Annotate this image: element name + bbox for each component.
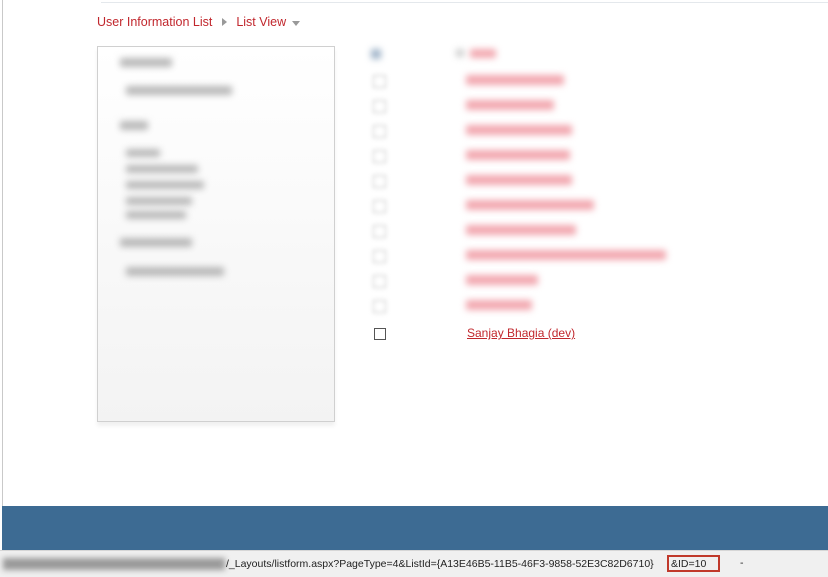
breadcrumb-list-link[interactable]: User Information List [97, 15, 212, 29]
user-link[interactable]: Sanjay Bhagia (dev) [467, 326, 575, 340]
blurred-user-link[interactable] [466, 125, 572, 135]
breadcrumb-view-selector[interactable]: List View [236, 15, 286, 29]
status-zone: - [740, 557, 744, 569]
blurred-nav-heading [120, 238, 192, 247]
row-checkbox[interactable] [373, 125, 386, 138]
row-checkbox[interactable] [373, 275, 386, 288]
row-checkbox[interactable] [373, 200, 386, 213]
row-checkbox[interactable] [373, 150, 386, 163]
browser-status-bar: /_Layouts/listform.aspx?PageType=4&ListI… [0, 550, 828, 577]
status-url: /_Layouts/listform.aspx?PageType=4&ListI… [226, 558, 654, 570]
blurred-user-link[interactable] [466, 150, 570, 160]
row-checkbox[interactable] [373, 250, 386, 263]
blurred-nav-heading [120, 121, 148, 130]
blurred-nav-item[interactable] [126, 149, 160, 157]
blurred-user-link[interactable] [466, 225, 576, 235]
blurred-nav-item[interactable] [126, 86, 232, 95]
blurred-user-link[interactable] [466, 75, 564, 85]
blurred-user-link[interactable] [466, 250, 666, 260]
blurred-user-link[interactable] [466, 200, 594, 210]
blurred-user-link[interactable] [466, 275, 538, 285]
breadcrumb-arrow-icon [222, 18, 228, 26]
blurred-column-header[interactable] [470, 49, 496, 58]
blurred-nav-item[interactable] [126, 181, 204, 189]
page-footer [2, 506, 828, 550]
row-checkbox[interactable] [373, 100, 386, 113]
row-checkbox[interactable] [373, 175, 386, 188]
highlight-box [667, 555, 720, 572]
blurred-user-link[interactable] [466, 100, 554, 110]
blurred-nav-item[interactable] [126, 197, 192, 205]
row-checkbox[interactable] [373, 300, 386, 313]
blurred-nav-item[interactable] [126, 165, 198, 173]
row-checkbox[interactable] [373, 75, 386, 88]
breadcrumb: User Information List List View [97, 15, 301, 29]
quick-launch-panel [97, 46, 335, 422]
row-checkbox[interactable] [373, 225, 386, 238]
blurred-nav-item[interactable] [126, 267, 224, 276]
chevron-down-icon[interactable] [292, 20, 301, 26]
row-checkbox[interactable] [374, 328, 386, 340]
blurred-site-url [3, 558, 225, 570]
blurred-column-icon [456, 49, 464, 57]
blurred-user-link[interactable] [466, 175, 572, 185]
top-divider [101, 2, 828, 3]
blurred-nav-item[interactable] [126, 211, 186, 219]
blurred-user-link[interactable] [466, 300, 532, 310]
blurred-nav-heading [120, 58, 172, 67]
select-all-checkbox[interactable] [371, 49, 381, 59]
